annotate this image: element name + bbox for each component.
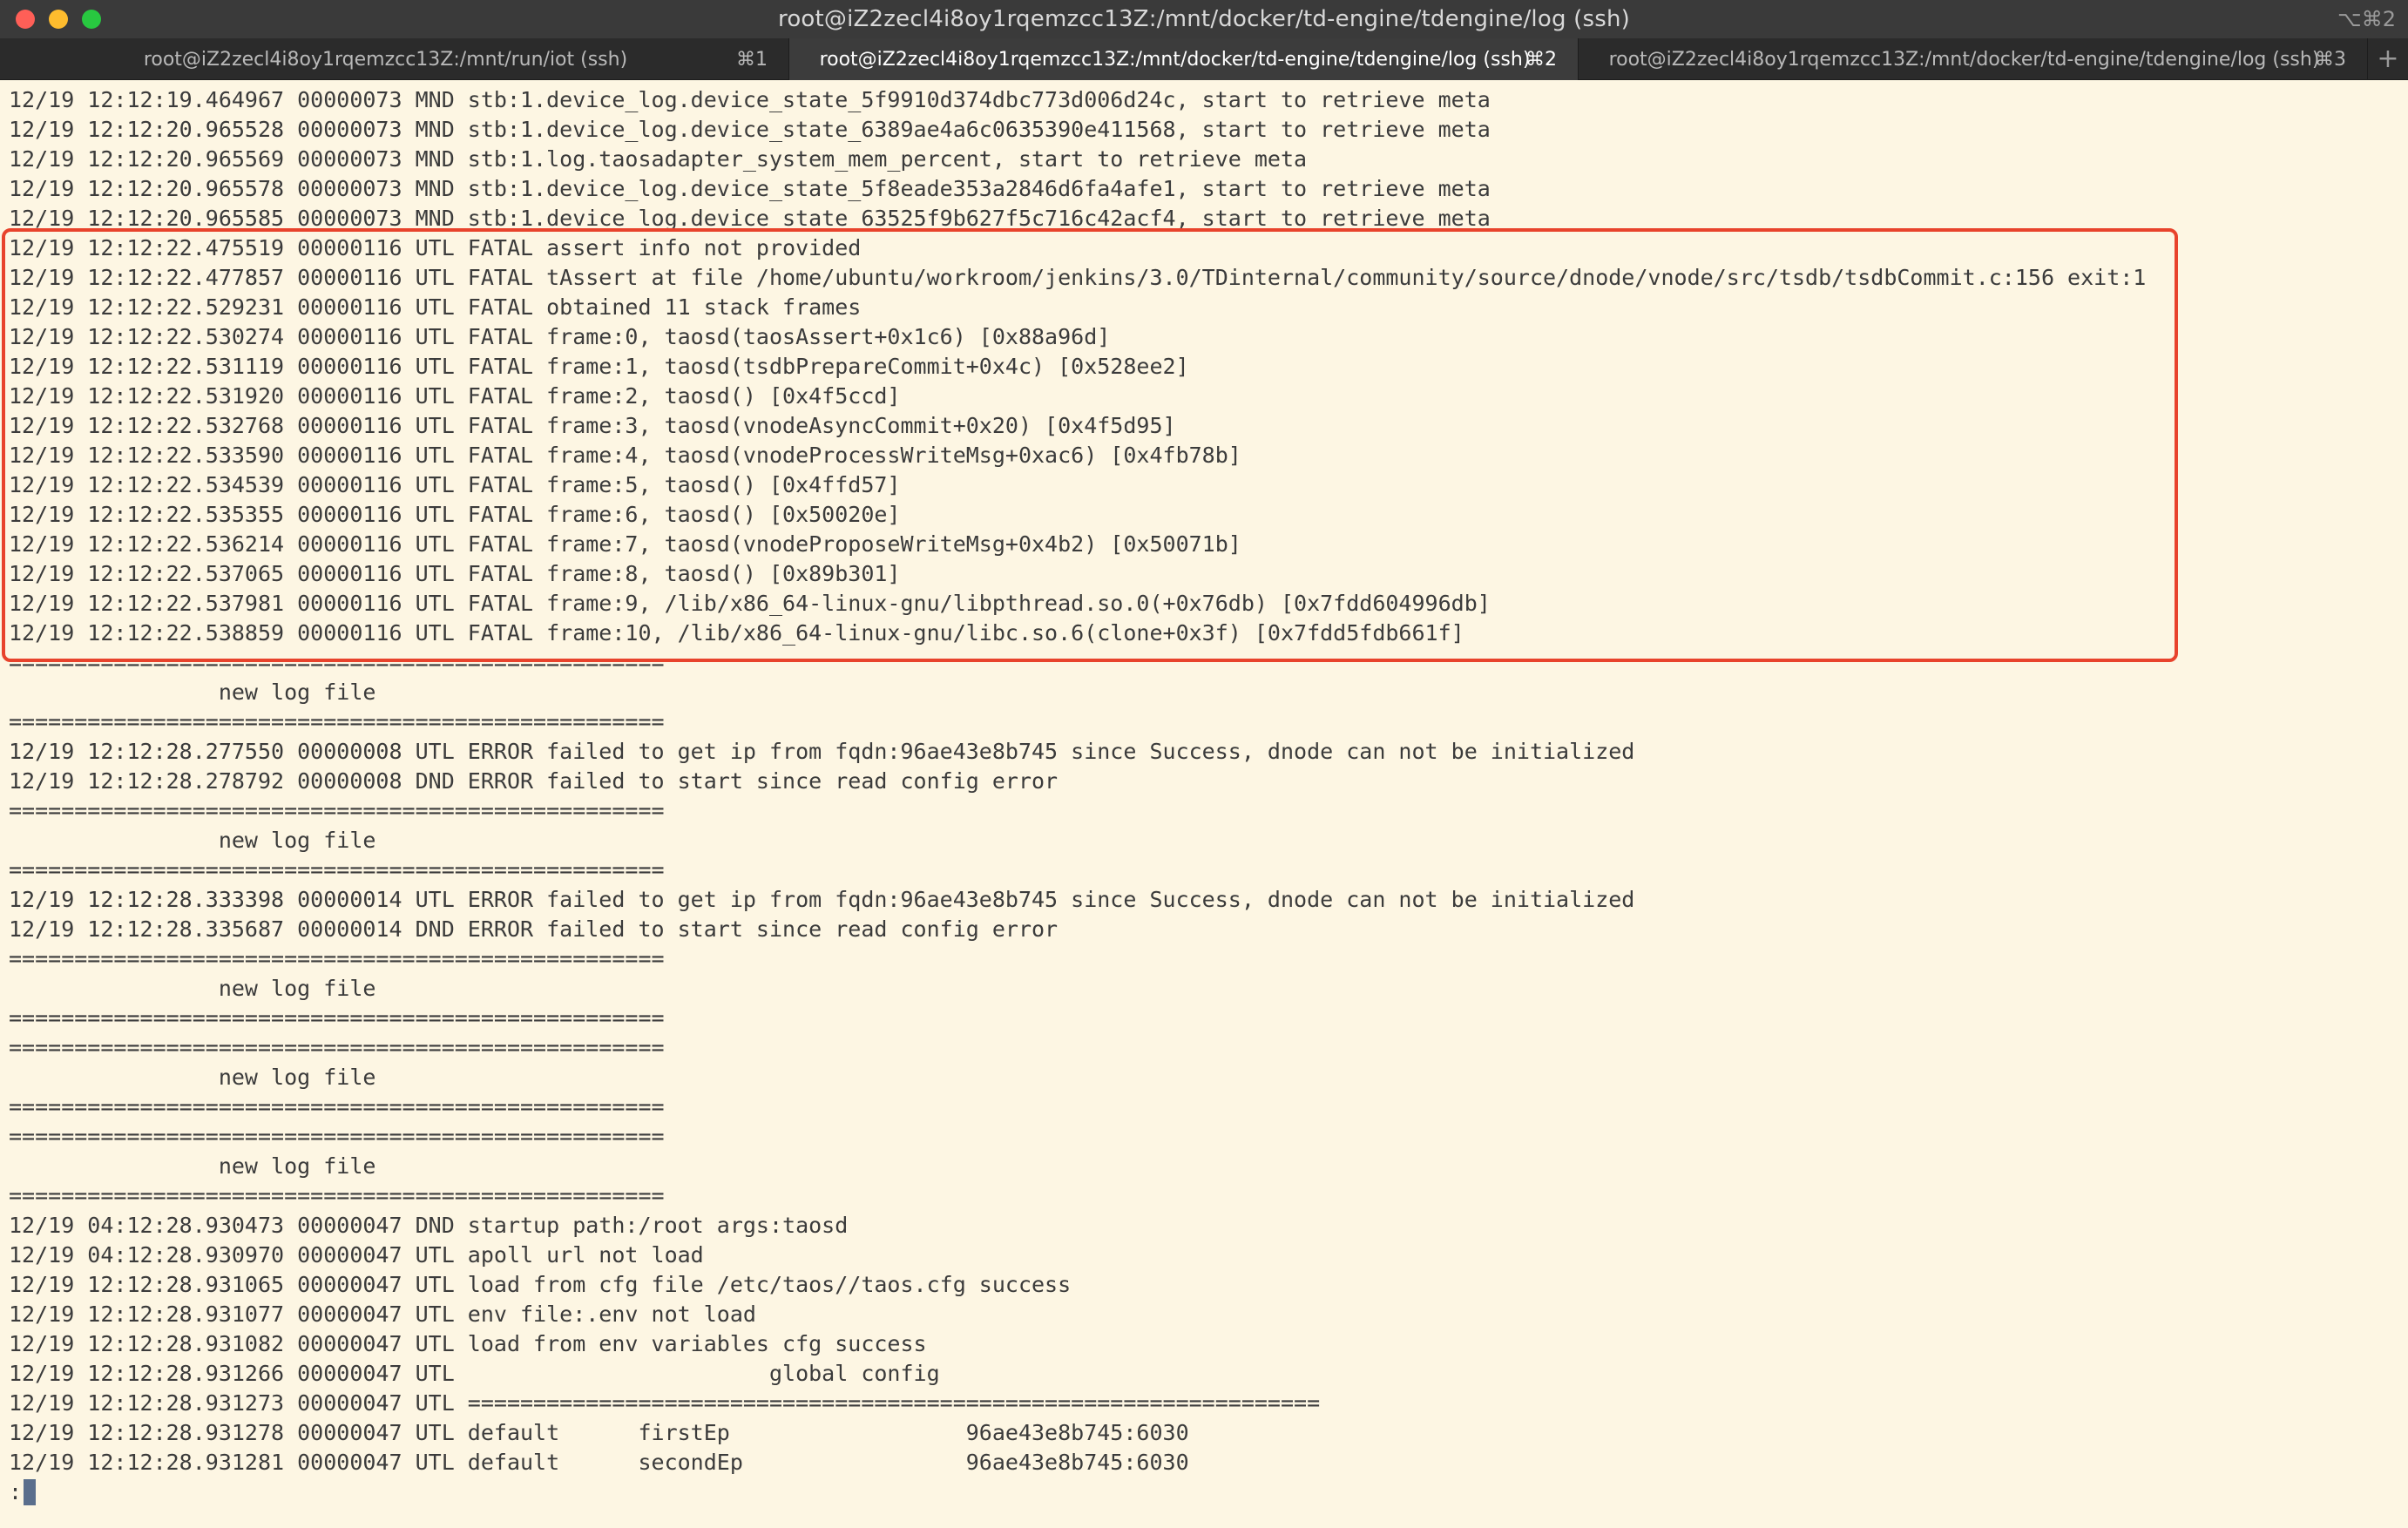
new-tab-button[interactable]: + xyxy=(2368,38,2408,79)
tab-label: root@iZ2zecl4i8oy1rqemzcc13Z:/mnt/docker… xyxy=(1608,48,2320,71)
log-line: new log file xyxy=(9,679,376,705)
zoom-window-button[interactable] xyxy=(82,10,101,29)
tab-shortcut: ⌘3 xyxy=(2315,48,2346,71)
log-line: ========================================… xyxy=(9,857,665,882)
minimize-window-button[interactable] xyxy=(49,10,68,29)
log-line: ========================================… xyxy=(9,709,665,734)
tab-2[interactable]: root@iZ2zecl4i8oy1rqemzcc13Z:/mnt/docker… xyxy=(789,38,1579,80)
log-line: 12/19 12:12:28.931266 00000047 UTL globa… xyxy=(9,1361,940,1386)
log-line: ========================================… xyxy=(9,1124,665,1149)
tab-3[interactable]: root@iZ2zecl4i8oy1rqemzcc13Z:/mnt/docker… xyxy=(1579,38,2368,80)
terminal-output[interactable]: 12/19 12:12:19.464967 00000073 MND stb:1… xyxy=(0,80,2408,1528)
log-line: new log file xyxy=(9,976,376,1001)
log-line: ========================================… xyxy=(9,1094,665,1119)
log-line: 12/19 12:12:20.965528 00000073 MND stb:1… xyxy=(9,117,1491,142)
log-line: 12/19 12:12:20.965578 00000073 MND stb:1… xyxy=(9,176,1491,201)
log-line: 12/19 12:12:28.931082 00000047 UTL load … xyxy=(9,1331,927,1356)
tab-shortcut: ⌘2 xyxy=(1525,48,1557,71)
log-line: 12/19 12:12:28.931065 00000047 UTL load … xyxy=(9,1272,1072,1297)
log-line: 12/19 12:12:28.278792 00000008 DND ERROR… xyxy=(9,768,1059,794)
cursor xyxy=(24,1479,37,1505)
terminal-window: root@iZ2zecl4i8oy1rqemzcc13Z:/mnt/docker… xyxy=(0,0,2408,1528)
prompt-text: : xyxy=(9,1479,23,1504)
log-line: new log file xyxy=(9,1065,376,1090)
log-line: 12/19 12:12:28.931077 00000047 UTL env f… xyxy=(9,1302,756,1327)
log-line: 12/19 12:12:20.965569 00000073 MND stb:1… xyxy=(9,146,1308,172)
log-line: 12/19 12:12:28.931281 00000047 UTL defau… xyxy=(9,1450,1189,1475)
prompt-line[interactable]: : xyxy=(9,1477,2408,1507)
close-window-button[interactable] xyxy=(16,10,35,29)
log-line: 12/19 12:12:28.333398 00000014 UTL ERROR… xyxy=(9,887,1635,912)
log-line: 12/19 12:12:28.931273 00000047 UTL =====… xyxy=(9,1390,1321,1416)
tab-1[interactable]: root@iZ2zecl4i8oy1rqemzcc13Z:/mnt/run/io… xyxy=(0,38,789,80)
log-line: ========================================… xyxy=(9,1005,665,1031)
log-line: 12/19 04:12:28.930970 00000047 UTL apoll… xyxy=(9,1242,704,1268)
log-line: ========================================… xyxy=(9,798,665,823)
log-line: ========================================… xyxy=(9,1183,665,1208)
log-line: 12/19 04:12:28.930473 00000047 DND start… xyxy=(9,1213,849,1238)
log-line: 12/19 12:12:28.931278 00000047 UTL defau… xyxy=(9,1420,1189,1445)
log-line: 12/19 12:12:28.277550 00000008 UTL ERROR… xyxy=(9,739,1635,764)
log-line: 12/19 12:12:28.335687 00000014 DND ERROR… xyxy=(9,916,1059,942)
log-line: new log file xyxy=(9,1153,376,1179)
window-shortcut: ⌥⌘2 xyxy=(2337,7,2396,31)
log-line: ========================================… xyxy=(9,946,665,971)
log-line: 12/19 12:12:19.464967 00000073 MND stb:1… xyxy=(9,87,1491,112)
tab-label: root@iZ2zecl4i8oy1rqemzcc13Z:/mnt/docker… xyxy=(819,48,1531,71)
window-controls xyxy=(16,10,101,29)
tab-shortcut: ⌘1 xyxy=(736,48,768,71)
title-bar[interactable]: root@iZ2zecl4i8oy1rqemzcc13Z:/mnt/docker… xyxy=(0,0,2408,38)
tab-label: root@iZ2zecl4i8oy1rqemzcc13Z:/mnt/run/io… xyxy=(143,48,628,71)
log-line: ========================================… xyxy=(9,1035,665,1060)
log-line: new log file xyxy=(9,828,376,853)
window-title: root@iZ2zecl4i8oy1rqemzcc13Z:/mnt/docker… xyxy=(778,6,1630,32)
fatal-error-highlight xyxy=(2,228,2178,662)
tab-bar: root@iZ2zecl4i8oy1rqemzcc13Z:/mnt/run/io… xyxy=(0,38,2408,80)
